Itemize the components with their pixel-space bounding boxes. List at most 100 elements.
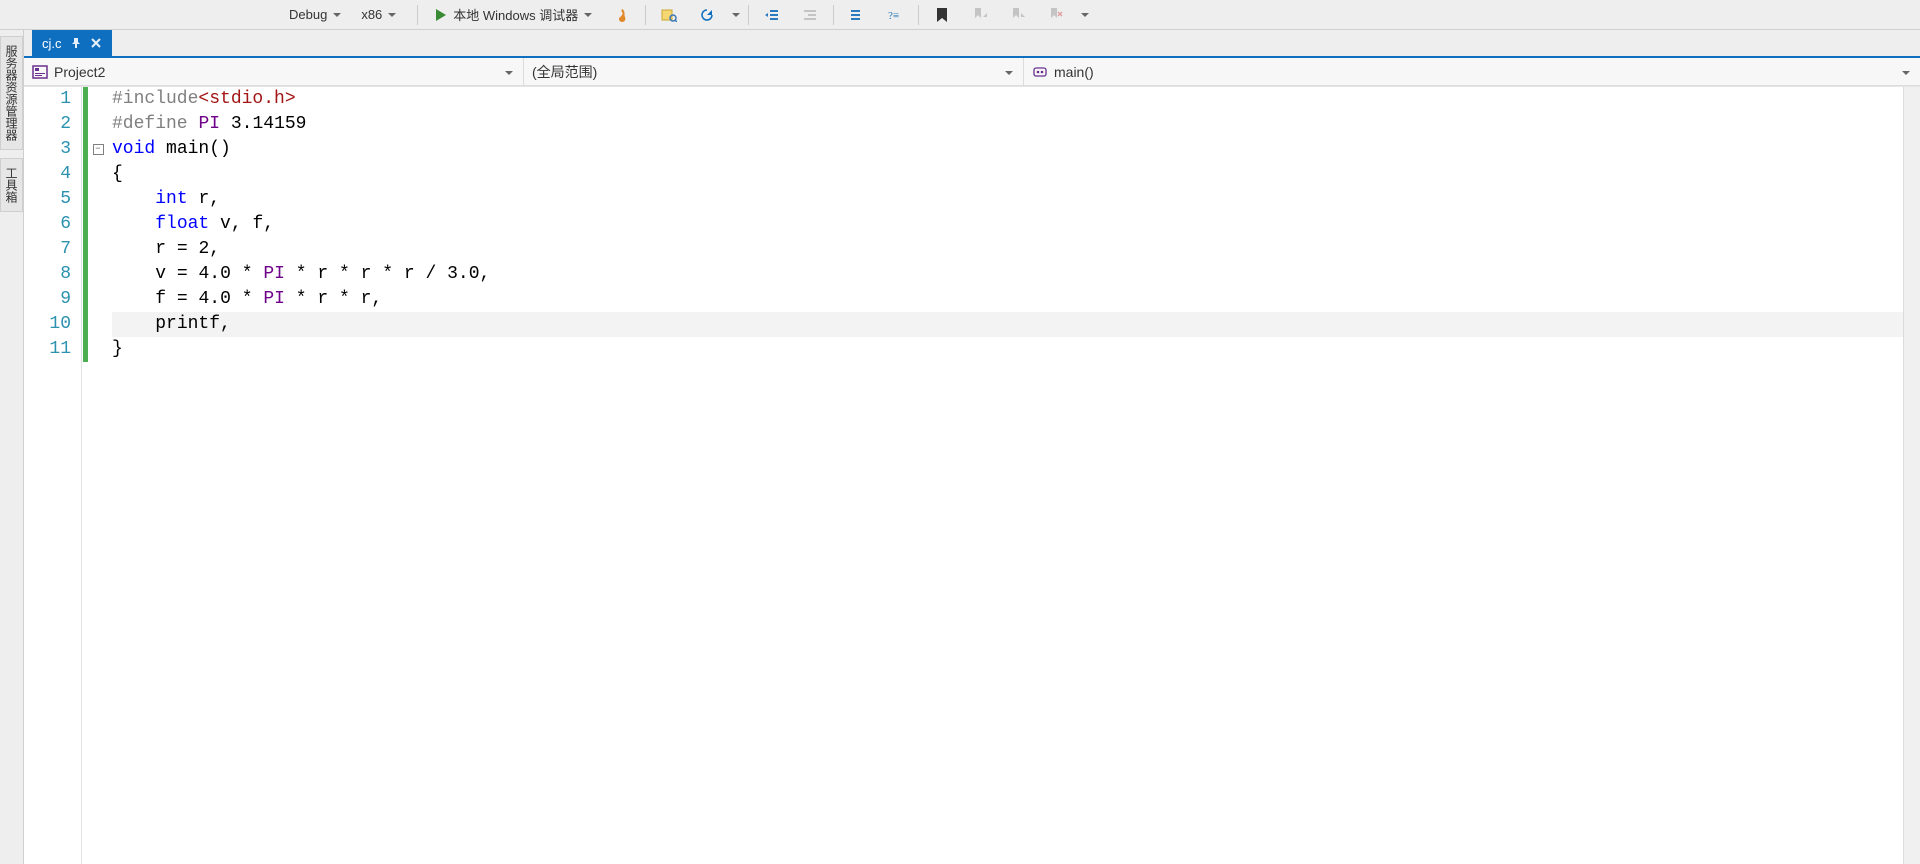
side-tab-server-explorer[interactable]: 服务器资源管理器 bbox=[0, 36, 23, 150]
code-line[interactable]: #include<stdio.h> bbox=[112, 87, 1903, 112]
bookmark-icon bbox=[934, 7, 950, 23]
toolbar-overflow-2[interactable] bbox=[1081, 7, 1089, 22]
config-group: Debug x86 bbox=[276, 4, 409, 26]
tool-button-fire[interactable] bbox=[607, 4, 637, 26]
tool-button-next-bm[interactable] bbox=[1003, 4, 1033, 26]
code-nav-bar: Project2 (全局范围) main() bbox=[24, 58, 1920, 86]
change-mark bbox=[83, 262, 90, 287]
code-line[interactable]: #define PI 3.14159 bbox=[112, 112, 1903, 137]
fold-cell bbox=[90, 337, 106, 362]
fold-cell bbox=[90, 162, 106, 187]
tool-button-indent-dim[interactable] bbox=[795, 4, 825, 26]
method-icon bbox=[1032, 64, 1048, 80]
code-line[interactable]: } bbox=[112, 337, 1903, 362]
clear-bookmark-icon bbox=[1048, 7, 1064, 23]
indent-icon bbox=[802, 7, 818, 23]
toolbar-separator bbox=[645, 5, 646, 25]
line-number: 5 bbox=[24, 187, 71, 212]
change-mark bbox=[83, 212, 90, 237]
change-indicator-bar bbox=[82, 87, 90, 864]
chevron-down-icon bbox=[1005, 64, 1013, 80]
project-icon bbox=[32, 64, 48, 80]
nav-member-label: main() bbox=[1054, 64, 1094, 80]
document-host: cj.c Project2 (全局范围) main() bbox=[24, 30, 1920, 864]
toolbar-separator bbox=[833, 5, 834, 25]
toolbar-separator bbox=[417, 5, 418, 25]
file-tab-bar: cj.c bbox=[24, 30, 1920, 58]
vertical-scrollbar[interactable] bbox=[1903, 87, 1920, 864]
line-number: 8 bbox=[24, 262, 71, 287]
tool-button-find[interactable] bbox=[654, 4, 684, 26]
code-line[interactable]: r = 2, bbox=[112, 237, 1903, 262]
code-editor[interactable]: 1234567891011 − #include<stdio.h>#define… bbox=[24, 86, 1920, 864]
tool-button-refresh[interactable] bbox=[692, 4, 722, 26]
nav-member-dropdown[interactable]: main() bbox=[1024, 58, 1920, 85]
tool-button-prev-bm[interactable] bbox=[965, 4, 995, 26]
change-mark bbox=[83, 112, 90, 137]
fold-cell bbox=[90, 237, 106, 262]
code-area[interactable]: #include<stdio.h>#define PI 3.14159void … bbox=[106, 87, 1903, 864]
fold-cell bbox=[90, 87, 106, 112]
change-mark bbox=[83, 287, 90, 312]
refresh-icon bbox=[699, 7, 715, 23]
change-mark bbox=[83, 312, 90, 337]
tool-button-clear-bm[interactable] bbox=[1041, 4, 1071, 26]
config-label: Debug bbox=[289, 7, 327, 22]
fire-icon bbox=[614, 7, 630, 23]
pin-icon[interactable] bbox=[70, 37, 82, 49]
play-icon bbox=[433, 7, 449, 23]
toolbar-separator bbox=[918, 5, 919, 25]
line-number: 1 bbox=[24, 87, 71, 112]
change-mark bbox=[83, 137, 90, 162]
code-line[interactable]: float v, f, bbox=[112, 212, 1903, 237]
code-line[interactable]: void main() bbox=[112, 137, 1903, 162]
nav-project-dropdown[interactable]: Project2 bbox=[24, 58, 524, 85]
platform-dropdown[interactable]: x86 bbox=[354, 4, 403, 26]
side-tab-well: 服务器资源管理器 工具箱 bbox=[0, 30, 24, 864]
code-line[interactable]: { bbox=[112, 162, 1903, 187]
tool-button-uncomment[interactable]: ?≡ bbox=[880, 4, 910, 26]
start-debug-label: 本地 Windows 调试器 bbox=[453, 5, 578, 24]
tool-button-comment[interactable] bbox=[842, 4, 872, 26]
side-tab-toolbox[interactable]: 工具箱 bbox=[0, 158, 23, 212]
toolbar-overflow[interactable] bbox=[732, 7, 740, 22]
start-debug-button[interactable]: 本地 Windows 调试器 bbox=[426, 4, 599, 26]
find-in-files-icon bbox=[661, 7, 677, 23]
next-bookmark-icon bbox=[1010, 7, 1026, 23]
line-number: 6 bbox=[24, 212, 71, 237]
fold-cell[interactable]: − bbox=[90, 137, 106, 162]
fold-gutter: − bbox=[90, 87, 106, 864]
line-number: 11 bbox=[24, 337, 71, 362]
change-mark bbox=[83, 87, 90, 112]
code-line[interactable]: f = 4.0 * PI * r * r, bbox=[112, 287, 1903, 312]
nav-project-label: Project2 bbox=[54, 64, 105, 80]
config-dropdown[interactable]: Debug bbox=[282, 4, 348, 26]
fold-cell bbox=[90, 187, 106, 212]
outdent-icon bbox=[764, 7, 780, 23]
code-line[interactable]: int r, bbox=[112, 187, 1903, 212]
line-number: 3 bbox=[24, 137, 71, 162]
change-mark bbox=[83, 162, 90, 187]
tool-button-bookmark[interactable] bbox=[927, 4, 957, 26]
nav-scope-label: (全局范围) bbox=[532, 62, 597, 82]
line-number: 9 bbox=[24, 287, 71, 312]
platform-label: x86 bbox=[361, 7, 382, 22]
nav-scope-dropdown[interactable]: (全局范围) bbox=[524, 58, 1024, 85]
line-number: 4 bbox=[24, 162, 71, 187]
chevron-down-icon bbox=[584, 7, 592, 22]
main-toolbar: Debug x86 本地 Windows 调试器 bbox=[0, 0, 1920, 30]
code-line[interactable]: printf, bbox=[112, 312, 1903, 337]
close-icon[interactable] bbox=[90, 37, 102, 49]
svg-text:?≡: ?≡ bbox=[888, 10, 899, 22]
file-tab-active[interactable]: cj.c bbox=[32, 30, 112, 56]
tool-button-outdent[interactable] bbox=[757, 4, 787, 26]
fold-cell bbox=[90, 262, 106, 287]
fold-cell bbox=[90, 287, 106, 312]
line-number-gutter: 1234567891011 bbox=[24, 87, 82, 864]
code-line[interactable]: v = 4.0 * PI * r * r * r / 3.0, bbox=[112, 262, 1903, 287]
chevron-down-icon bbox=[505, 64, 513, 80]
comment-icon bbox=[849, 7, 865, 23]
chevron-down-icon bbox=[333, 7, 341, 22]
fold-toggle-icon[interactable]: − bbox=[93, 144, 104, 155]
line-number: 7 bbox=[24, 237, 71, 262]
